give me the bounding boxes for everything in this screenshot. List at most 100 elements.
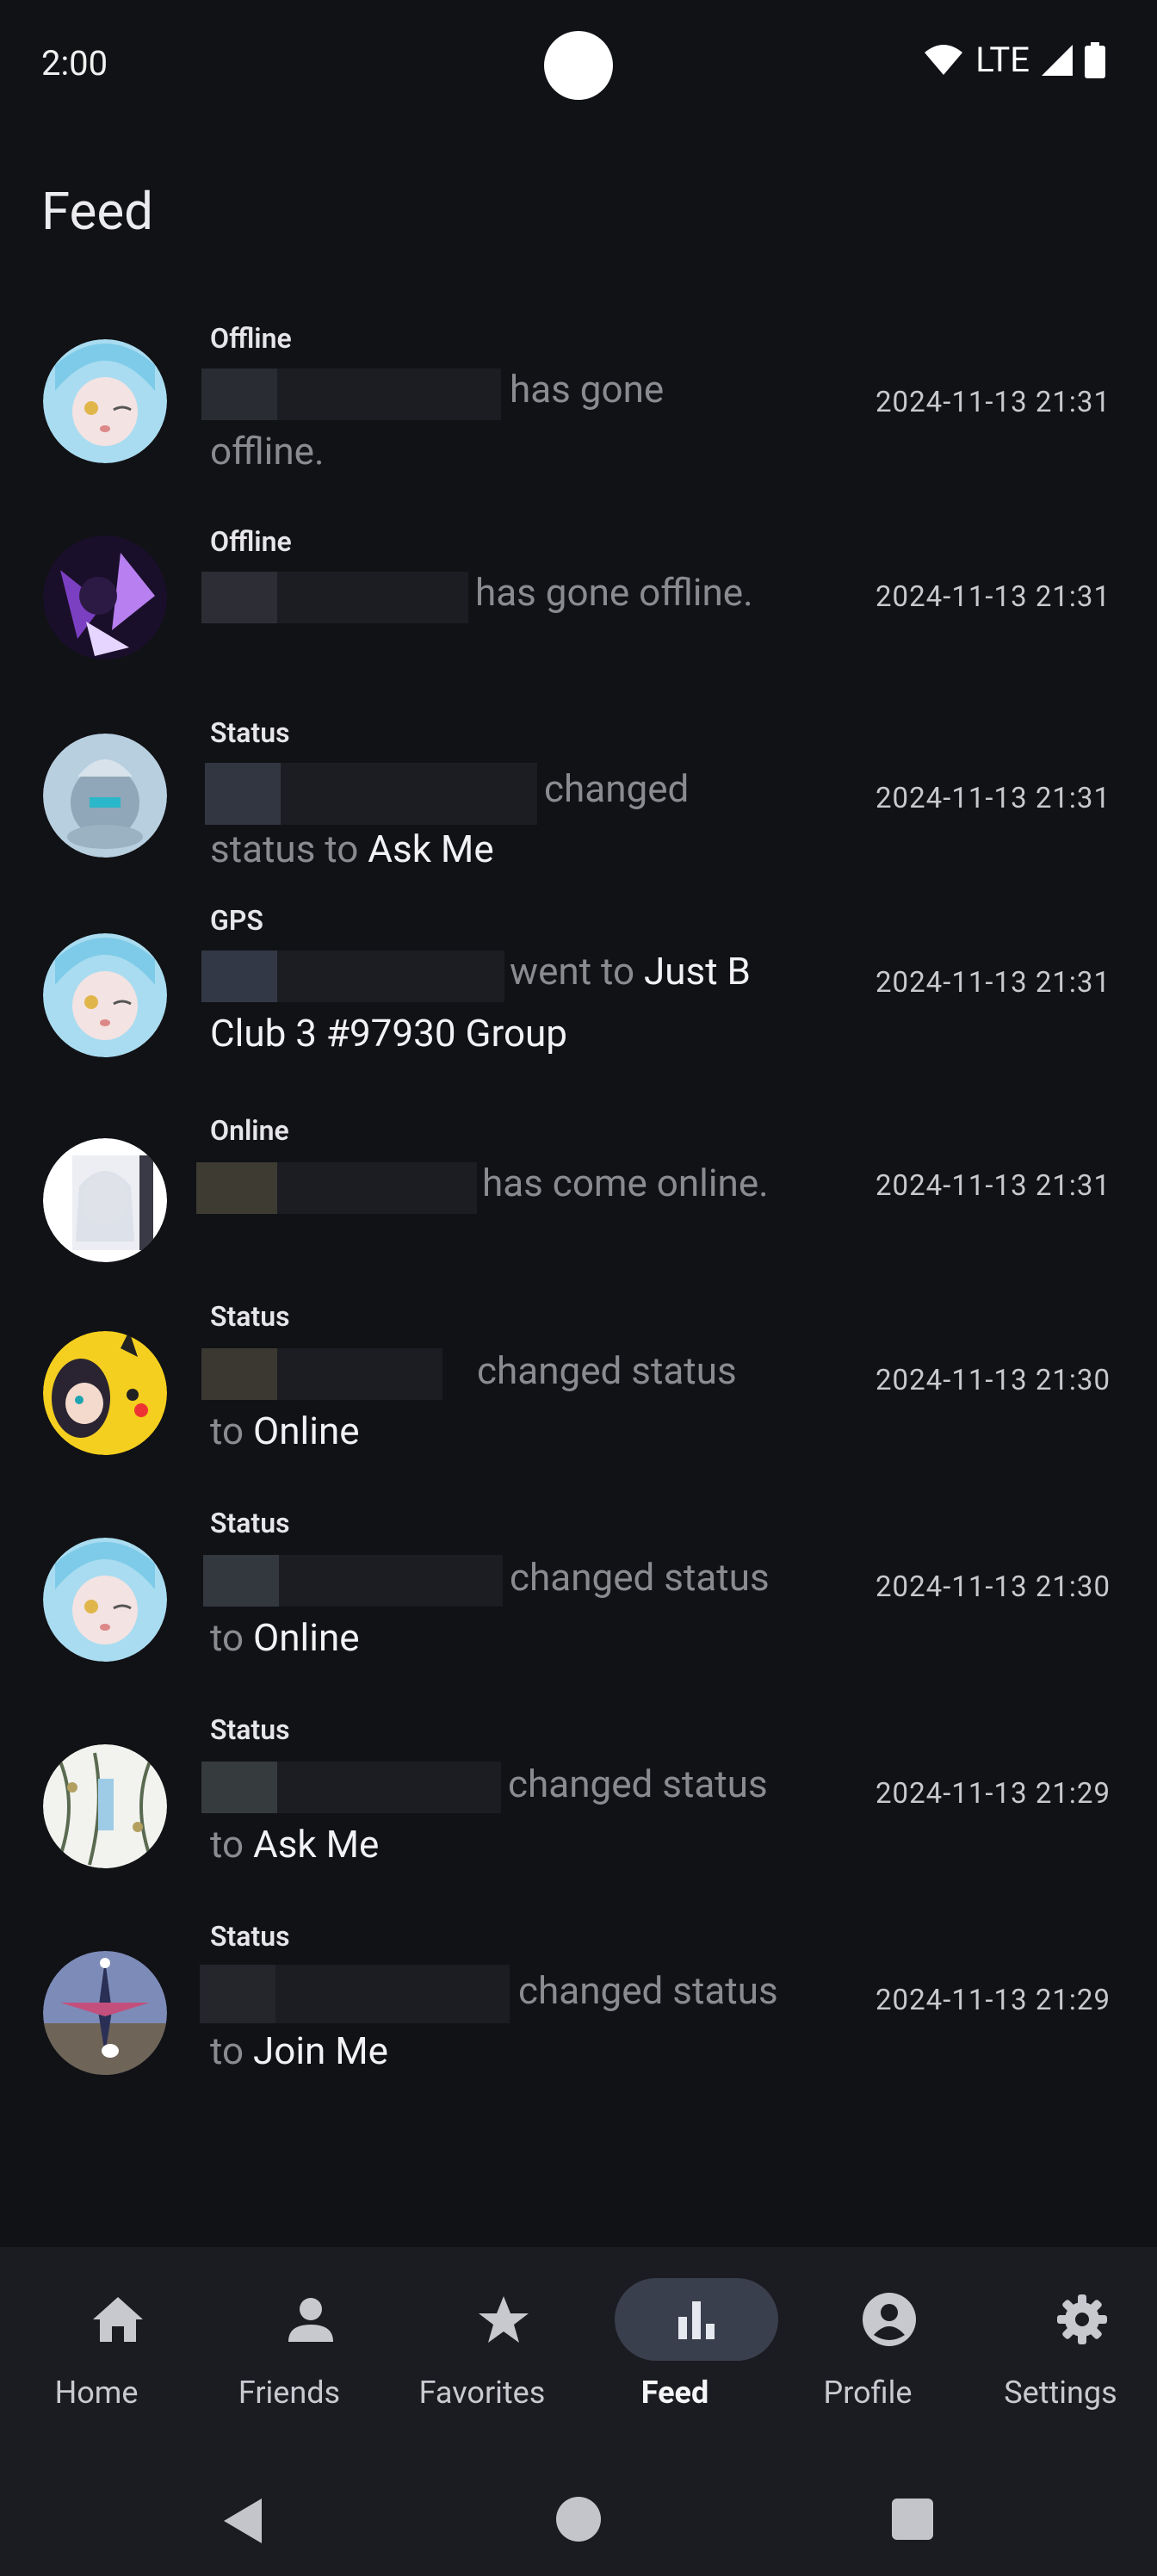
feed-item[interactable]: GPS went to Just B Club 3 #97930 Group 2… [0, 904, 1157, 1093]
world-name[interactable]: Just B [644, 949, 751, 994]
redacted-username [200, 1965, 510, 2023]
nav-favorites-label: Favorites [418, 2375, 546, 2411]
avatar [43, 536, 167, 659]
nav-profile-label: Profile [823, 2375, 913, 2411]
feed-message-cont: to Online [210, 1615, 360, 1660]
feed-message: went to Just B [510, 949, 751, 994]
feed-message-cont: Club 3 #97930 Group [210, 1011, 567, 1056]
feed-message-cont: offline. [210, 429, 325, 474]
feed-message: has come online. [482, 1161, 769, 1205]
nav-friends[interactable]: Friends [193, 2247, 386, 2462]
feed-item[interactable]: Status changed status to Online 2024-11-… [0, 1507, 1157, 1705]
star-icon [479, 2296, 529, 2343]
feed-item[interactable]: Status changed status to Ask Me 2024-11-… [0, 697, 1157, 895]
feed-type-label: Status [210, 1920, 290, 1953]
status-value: Ask Me [252, 1822, 380, 1867]
nav-favorites[interactable]: Favorites [386, 2247, 578, 2462]
avatar [43, 1138, 167, 1262]
nav-profile-pill[interactable] [807, 2278, 971, 2361]
avatar [43, 1538, 167, 1662]
feed-item[interactable]: Offline has gone offline. 2024-11-13 21:… [0, 310, 1157, 508]
status-time: 2:00 [41, 43, 108, 84]
feed-message-cont: to Online [210, 1409, 360, 1453]
wifi-icon [925, 44, 963, 75]
nav-friends-pill[interactable] [229, 2278, 393, 2361]
feed-message: has gone offline. [475, 570, 753, 615]
gear-icon [1057, 2294, 1107, 2344]
avatar [43, 1744, 167, 1868]
feed-type-label: Online [210, 1114, 289, 1147]
feed-item[interactable]: Online has come online. 2024-11-13 21:31 [0, 1102, 1157, 1274]
page-title: Feed [41, 181, 154, 242]
feed-item[interactable]: Offline has gone offline. 2024-11-13 21:… [0, 525, 1157, 697]
feed-message-cont: to Join Me [210, 2028, 389, 2073]
battery-icon [1085, 41, 1105, 78]
recents-button[interactable] [892, 2499, 933, 2540]
feed-message: changed status [508, 1762, 768, 1806]
redacted-username [205, 763, 537, 825]
feed-item[interactable]: Status changed status to Online 2024-11-… [0, 1300, 1157, 1498]
feed-item[interactable]: Status changed status to Join Me 2024-11… [0, 1920, 1157, 2118]
feed-message: changed status [510, 1555, 770, 1600]
nav-home-pill[interactable] [36, 2278, 200, 2361]
home-button[interactable] [556, 2497, 601, 2542]
feed-timestamp: 2024-11-13 21:29 [875, 1984, 1111, 2017]
feed-timestamp: 2024-11-13 21:29 [875, 1777, 1111, 1811]
feed-timestamp: 2024-11-13 21:31 [875, 386, 1111, 419]
feed-timestamp: 2024-11-13 21:31 [875, 580, 1111, 614]
bottom-nav-bar: Home Friends Favorites Feed Profile Sett… [0, 2247, 1157, 2462]
feed-message-cont: to Ask Me [210, 1822, 380, 1867]
network-label: LTE [975, 40, 1030, 80]
feed-timestamp: 2024-11-13 21:31 [875, 966, 1111, 1000]
back-icon[interactable] [220, 2497, 265, 2545]
status-icons: LTE [924, 40, 1105, 80]
feed-type-label: Status [210, 1300, 290, 1333]
status-value: Online [252, 1409, 360, 1453]
redacted-username [196, 1162, 477, 1214]
feed-item[interactable]: Status changed status to Ask Me 2024-11-… [0, 1713, 1157, 1911]
avatar [43, 339, 167, 463]
feed-message: changed status [477, 1348, 737, 1393]
redacted-username [201, 572, 468, 623]
feed-timestamp: 2024-11-13 21:31 [875, 782, 1111, 815]
signal-icon [1042, 44, 1073, 76]
camera-cutout [544, 31, 613, 100]
nav-settings-pill[interactable] [1000, 2278, 1157, 2361]
nav-settings[interactable]: Settings [964, 2247, 1157, 2462]
redacted-username [201, 1762, 501, 1813]
feed-type-label: GPS [210, 904, 263, 937]
status-bar: 2:00 LTE [0, 0, 1157, 129]
world-name-cont[interactable]: Club 3 #97930 Group [210, 1011, 567, 1056]
nav-feed-pill[interactable] [615, 2278, 778, 2361]
bar-chart-icon [678, 2301, 715, 2339]
feed-type-label: Status [210, 716, 290, 749]
feed-type-label: Status [210, 1507, 290, 1539]
feed-message: changed [544, 766, 690, 811]
avatar [43, 933, 167, 1057]
avatar [43, 734, 167, 858]
system-nav-bar [0, 2462, 1157, 2576]
account-circle-icon [863, 2293, 916, 2346]
feed-message-cont: status to Ask Me [210, 827, 494, 871]
nav-home[interactable]: Home [0, 2247, 193, 2462]
redacted-username [201, 951, 504, 1002]
redacted-username [203, 1555, 503, 1607]
nav-profile[interactable]: Profile [771, 2247, 964, 2462]
nav-feed[interactable]: Feed [578, 2247, 778, 2462]
nav-favorites-pill[interactable] [422, 2278, 585, 2361]
nav-settings-label: Settings [1004, 2375, 1117, 2411]
feed-type-label: Offline [210, 525, 292, 558]
feed-message: has gone [510, 367, 665, 412]
nav-home-label: Home [54, 2375, 139, 2411]
redacted-username [201, 368, 501, 420]
nav-feed-label: Feed [640, 2375, 709, 2411]
feed-type-label: Offline [210, 322, 292, 355]
person-icon [288, 2298, 333, 2342]
feed-message: changed status [518, 1968, 778, 2013]
avatar [43, 1331, 167, 1455]
avatar [43, 1951, 167, 2075]
feed-timestamp: 2024-11-13 21:30 [875, 1570, 1111, 1604]
status-value: Join Me [252, 2028, 389, 2073]
feed-type-label: Status [210, 1713, 290, 1746]
nav-friends-label: Friends [238, 2375, 341, 2411]
